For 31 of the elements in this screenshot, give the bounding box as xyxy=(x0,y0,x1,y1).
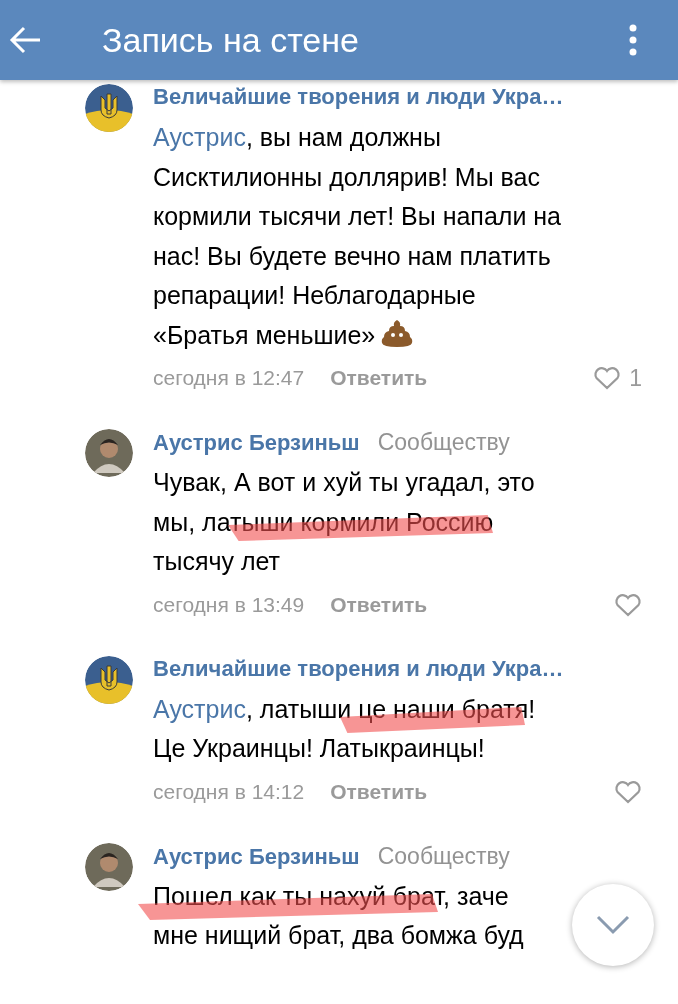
author-name[interactable]: Аустрис Берзиньш xyxy=(153,843,360,870)
back-arrow-icon[interactable] xyxy=(8,25,42,55)
avatar[interactable] xyxy=(85,655,133,704)
like-count: 1 xyxy=(629,364,642,392)
comment-text: Пошел как ты нахуй брат, заче мне нищий брат, два бомжа буд xyxy=(153,876,524,956)
reply-button[interactable]: Ответить xyxy=(330,592,428,617)
author-name[interactable]: Аустрис Берзиньш xyxy=(153,430,360,456)
comment-time: сегодня в 14:12 xyxy=(153,779,305,804)
reply-button[interactable]: Ответить xyxy=(330,366,428,390)
author-name[interactable]: Величайшие творения и люди Укра… xyxy=(153,655,564,682)
comment-text: Аустрис, вы нам должны Сисктилионны доллярив! Мы вас кормили тысячи лет! Вы напали на нас! Вы будете вечно нам платить репарации! Неблагодарные «Братья меньшие» xyxy=(153,122,562,351)
comment-time: сегодня в 12:47 xyxy=(153,366,305,390)
poop-emoji-icon xyxy=(381,317,414,348)
reply-button[interactable]: Ответить xyxy=(330,779,428,804)
heart-icon[interactable] xyxy=(614,592,642,617)
avatar[interactable] xyxy=(85,429,133,477)
avatar[interactable] xyxy=(85,842,133,891)
comment-text: Аустрис, латыши це наши братя! Це Украинцы! Латыкраинцы! xyxy=(153,693,536,764)
page-title: Запись на стене xyxy=(102,20,360,60)
comment-time: сегодня в 13:49 xyxy=(153,592,305,617)
heart-icon[interactable] xyxy=(614,779,642,804)
mention-link[interactable]: Аустрис xyxy=(153,694,246,723)
recipient-label: Сообществу xyxy=(377,429,510,456)
recipient-label: Сообществу xyxy=(377,842,510,870)
mention-link[interactable]: Аустрис xyxy=(153,123,246,151)
more-menu-icon[interactable] xyxy=(628,23,638,57)
heart-icon[interactable] xyxy=(593,366,622,390)
comment-text: Чувак, А вот и хуй ты угадал, это мы, латыши кормили Россию тысячу лет xyxy=(153,467,535,577)
author-name[interactable]: Величайшие творения и люди Укра… xyxy=(153,84,564,110)
avatar[interactable] xyxy=(85,84,133,132)
chevron-down-icon xyxy=(596,915,630,935)
